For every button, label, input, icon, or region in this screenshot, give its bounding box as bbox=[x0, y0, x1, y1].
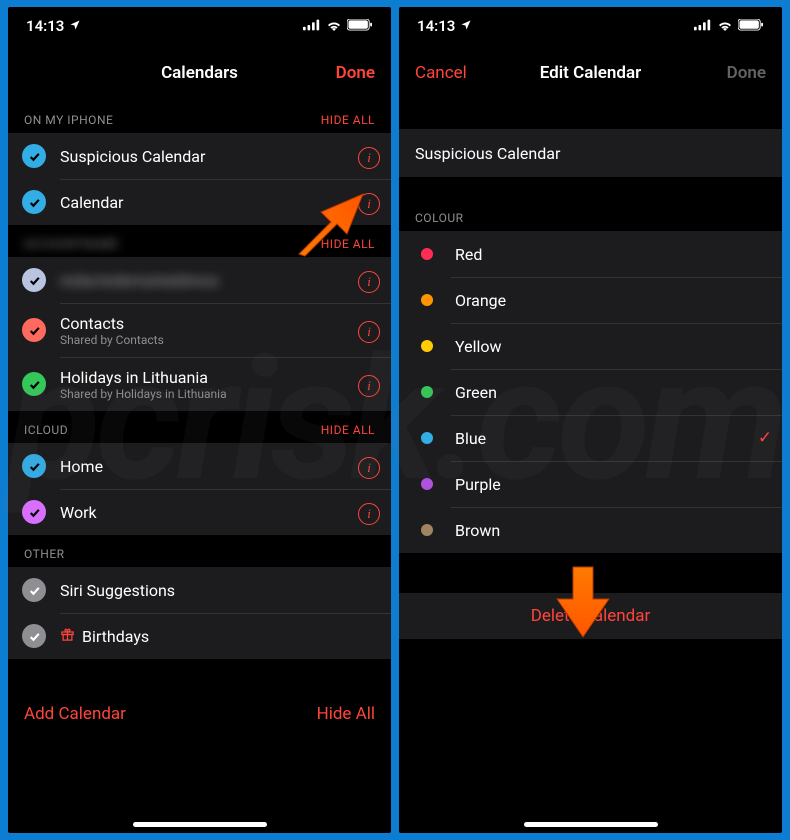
calendar-subtitle: Shared by Contacts bbox=[60, 333, 347, 347]
checkmark-badge[interactable] bbox=[22, 268, 46, 292]
hide-all-icloud[interactable]: HIDE ALL bbox=[321, 423, 375, 437]
colour-dot-icon bbox=[421, 432, 433, 444]
colour-name: Orange bbox=[455, 291, 782, 310]
calendar-row-home[interactable]: Home i bbox=[8, 443, 391, 489]
done-button-disabled: Done bbox=[706, 63, 766, 83]
section-label-account: ACCOUNTNAME bbox=[24, 237, 118, 251]
checkmark-badge[interactable] bbox=[22, 578, 46, 602]
info-button[interactable]: i bbox=[347, 317, 391, 343]
info-button[interactable]: i bbox=[347, 267, 391, 293]
colour-name: Yellow bbox=[455, 337, 782, 356]
calendar-name: Calendar bbox=[60, 193, 347, 212]
hide-all-button[interactable]: Hide All bbox=[317, 704, 375, 724]
add-calendar-button[interactable]: Add Calendar bbox=[24, 704, 126, 724]
cancel-button[interactable]: Cancel bbox=[415, 63, 475, 83]
battery-icon bbox=[738, 17, 764, 35]
location-icon bbox=[69, 17, 81, 35]
colour-dot-icon bbox=[421, 248, 433, 260]
colour-dot-icon bbox=[421, 386, 433, 398]
calendar-row-work[interactable]: Work i bbox=[8, 489, 391, 535]
colour-option-blue[interactable]: Blue ✓ bbox=[399, 415, 782, 461]
nav-bar: Calendars Done bbox=[8, 45, 391, 101]
info-button[interactable]: i bbox=[347, 453, 391, 479]
info-button[interactable]: i bbox=[347, 371, 391, 397]
calendar-row-siri[interactable]: Siri Suggestions bbox=[8, 567, 391, 613]
wifi-icon bbox=[717, 17, 733, 35]
calendar-name-field[interactable]: Suspicious Calendar bbox=[399, 129, 782, 177]
colour-dot-icon bbox=[421, 340, 433, 352]
cellular-icon bbox=[694, 17, 712, 35]
status-bar: 14:13 bbox=[399, 7, 782, 45]
status-bar: 14:13 bbox=[8, 7, 391, 45]
colour-option-orange[interactable]: Orange bbox=[399, 277, 782, 323]
nav-title: Calendars bbox=[84, 63, 315, 83]
colour-name: Red bbox=[455, 245, 782, 264]
edit-calendar-screen: 14:13 Cancel Edit Calendar Done Suspicio… bbox=[399, 7, 782, 833]
done-button[interactable]: Done bbox=[315, 63, 375, 83]
checkmark-badge[interactable] bbox=[22, 624, 46, 648]
colour-option-purple[interactable]: Purple bbox=[399, 461, 782, 507]
edit-content[interactable]: Suspicious Calendar COLOUR Red Orange Ye… bbox=[399, 101, 782, 833]
colour-name: Green bbox=[455, 383, 782, 402]
status-time: 14:13 bbox=[26, 17, 64, 35]
calendar-name: Work bbox=[60, 503, 347, 522]
nav-title: Edit Calendar bbox=[475, 63, 706, 83]
calendar-row-contacts[interactable]: Contacts Shared by Contacts i bbox=[8, 303, 391, 357]
info-button[interactable]: i bbox=[347, 189, 391, 215]
calendar-name: Birthdays bbox=[82, 627, 391, 646]
info-button[interactable]: i bbox=[347, 143, 391, 169]
colour-option-red[interactable]: Red bbox=[399, 231, 782, 277]
checkmark-badge[interactable] bbox=[22, 144, 46, 168]
colour-name: Brown bbox=[455, 521, 782, 540]
gift-icon bbox=[60, 627, 75, 646]
hide-all-account[interactable]: HIDE ALL bbox=[321, 237, 375, 251]
calendar-name: Contacts bbox=[60, 314, 347, 333]
battery-icon bbox=[347, 17, 373, 35]
section-label-colour: COLOUR bbox=[415, 211, 464, 225]
calendar-name: Home bbox=[60, 457, 347, 476]
calendar-row-birthdays[interactable]: Birthdays bbox=[8, 613, 391, 659]
colour-dot-icon bbox=[421, 294, 433, 306]
wifi-icon bbox=[326, 17, 342, 35]
colour-dot-icon bbox=[421, 478, 433, 490]
calendar-list[interactable]: ON MY IPHONE HIDE ALL Suspicious Calenda… bbox=[8, 101, 391, 833]
checkmark-badge[interactable] bbox=[22, 500, 46, 524]
calendars-screen: 14:13 Calendars Done ON MY IPHONE HIDE A… bbox=[8, 7, 391, 833]
checkmark-badge[interactable] bbox=[22, 318, 46, 342]
calendar-row-calendar[interactable]: Calendar i bbox=[8, 179, 391, 225]
colour-option-brown[interactable]: Brown bbox=[399, 507, 782, 553]
checkmark-badge[interactable] bbox=[22, 454, 46, 478]
home-indicator[interactable] bbox=[133, 822, 267, 827]
colour-option-yellow[interactable]: Yellow bbox=[399, 323, 782, 369]
calendar-row-suspicious[interactable]: Suspicious Calendar i bbox=[8, 133, 391, 179]
info-button[interactable]: i bbox=[347, 499, 391, 525]
home-indicator[interactable] bbox=[524, 822, 658, 827]
colour-option-green[interactable]: Green bbox=[399, 369, 782, 415]
status-time: 14:13 bbox=[417, 17, 455, 35]
checkmark-badge[interactable] bbox=[22, 372, 46, 396]
calendar-name: Siri Suggestions bbox=[60, 581, 391, 600]
section-label-other: OTHER bbox=[24, 547, 65, 561]
colour-name: Purple bbox=[455, 475, 782, 494]
section-label-icloud: ICLOUD bbox=[24, 423, 68, 437]
checkmark-icon: ✓ bbox=[748, 428, 782, 448]
cellular-icon bbox=[303, 17, 321, 35]
calendar-subtitle: Shared by Holidays in Lithuania bbox=[60, 387, 347, 401]
calendar-name: Holidays in Lithuania bbox=[60, 368, 347, 387]
colour-dot-icon bbox=[421, 524, 433, 536]
colour-name: Blue bbox=[455, 429, 748, 448]
section-label-onmy: ON MY IPHONE bbox=[24, 113, 113, 127]
calendar-row-redacted[interactable]: redactedemailaddress i bbox=[8, 257, 391, 303]
nav-bar: Cancel Edit Calendar Done bbox=[399, 45, 782, 101]
hide-all-onmy[interactable]: HIDE ALL bbox=[321, 113, 375, 127]
location-icon bbox=[460, 17, 472, 35]
calendar-name: Suspicious Calendar bbox=[60, 147, 347, 166]
bottom-actions: Add Calendar Hide All bbox=[8, 687, 391, 741]
calendar-row-holidays[interactable]: Holidays in Lithuania Shared by Holidays… bbox=[8, 357, 391, 411]
checkmark-badge[interactable] bbox=[22, 190, 46, 214]
delete-calendar-button[interactable]: Delete Calendar bbox=[399, 593, 782, 639]
calendar-name: redactedemailaddress bbox=[60, 271, 347, 290]
